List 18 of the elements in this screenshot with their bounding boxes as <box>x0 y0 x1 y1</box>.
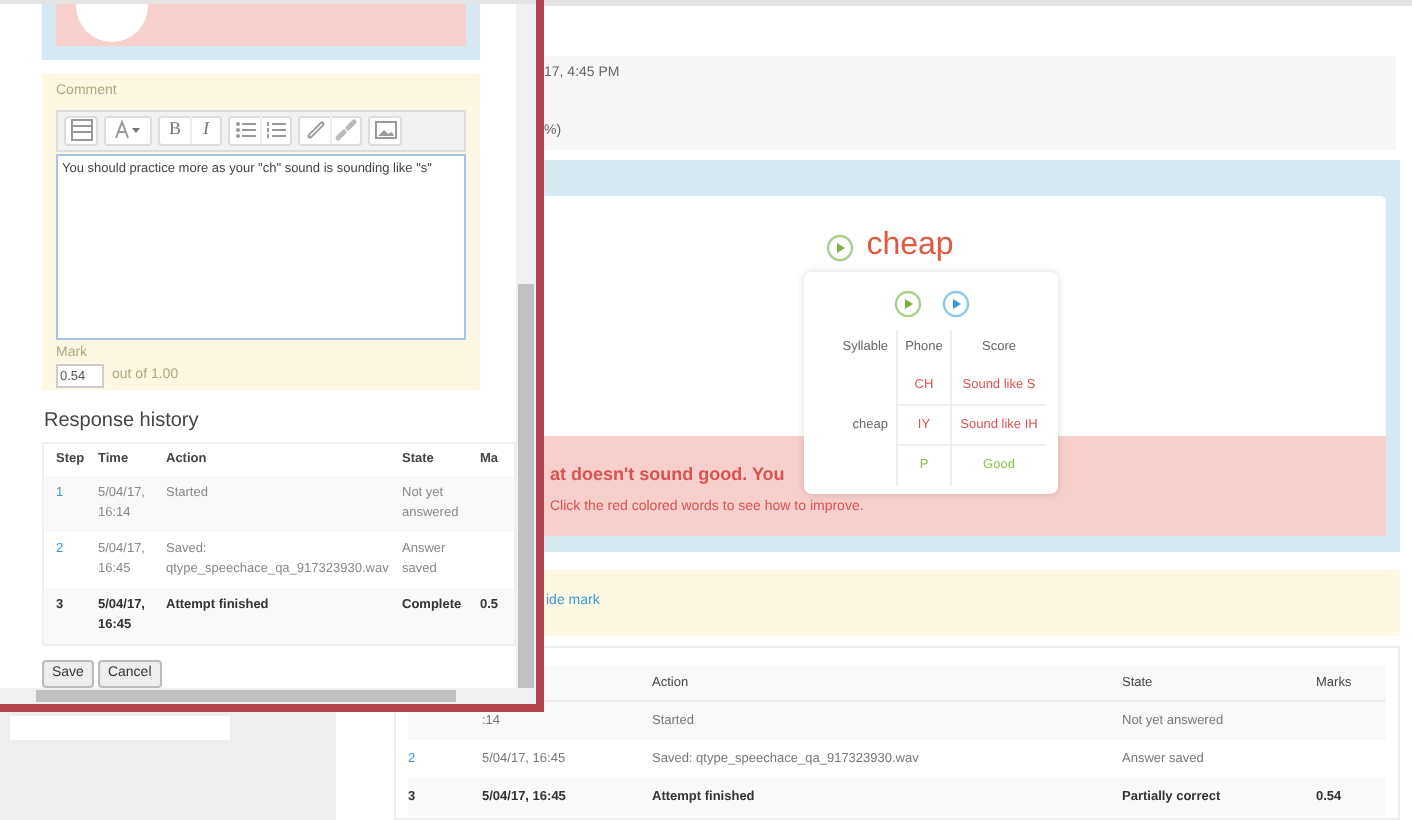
vertical-scrollbar[interactable] <box>516 4 536 688</box>
feedback-title: at doesn't sound good. You <box>550 462 785 488</box>
text-size-icon[interactable] <box>112 116 144 144</box>
image-icon[interactable] <box>371 116 399 144</box>
bold-button[interactable]: B <box>160 116 190 144</box>
section-title: Response history <box>44 408 199 436</box>
scrollbar-thumb[interactable] <box>518 284 534 688</box>
numbered-list-icon[interactable] <box>262 116 290 144</box>
unlink-icon[interactable] <box>332 116 360 144</box>
italic-button[interactable]: I <box>190 116 220 144</box>
horizontal-scrollbar[interactable] <box>0 688 536 704</box>
table-icon[interactable] <box>67 116 95 144</box>
bullet-list-icon[interactable] <box>231 116 259 144</box>
word-link[interactable]: cheap <box>866 228 954 264</box>
play-icon[interactable] <box>893 290 921 318</box>
play-icon[interactable] <box>826 234 855 262</box>
scrollbar-thumb[interactable] <box>36 690 456 702</box>
play-icon[interactable] <box>941 290 969 318</box>
